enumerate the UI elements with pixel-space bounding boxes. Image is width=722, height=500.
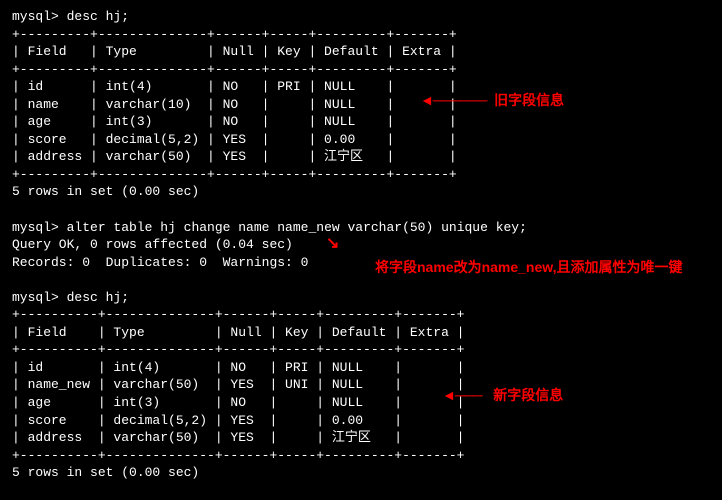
table2-border-top: +----------+--------------+------+-----+… xyxy=(12,307,464,322)
annotation-old-label: 旧字段信息 xyxy=(494,92,564,108)
table2-row: | age | int(3) | NO | | NULL | | xyxy=(12,395,464,410)
table2-row: | id | int(4) | NO | PRI | NULL | | xyxy=(12,360,464,375)
table1-row: | score | decimal(5,2) | YES | | 0.00 | … xyxy=(12,132,457,147)
annotation-new-label: 新字段信息 xyxy=(493,387,563,403)
arrow-left-icon: ◄─── xyxy=(442,387,482,403)
command-desc-1: desc hj; xyxy=(67,9,129,24)
terminal-output: mysql> desc hj; +---------+-------------… xyxy=(12,8,710,482)
table2-row: | name_new | varchar(50) | YES | UNI | N… xyxy=(12,377,464,392)
table2-border-bot: +----------+--------------+------+-----+… xyxy=(12,448,464,463)
command-alter: alter table hj change name name_new varc… xyxy=(67,220,527,235)
arrow-diag-icon: ↘ xyxy=(326,233,339,255)
table1-row: | address | varchar(50) | YES | | 江宁区 | … xyxy=(12,149,457,164)
arrow-left-icon: ◄────── xyxy=(420,92,486,108)
table1-row: | id | int(4) | NO | PRI | NULL | | xyxy=(12,79,457,94)
table2-header: | Field | Type | Null | Key | Default | … xyxy=(12,325,464,340)
result-2: 5 rows in set (0.00 sec) xyxy=(12,465,199,480)
table2-border-mid: +----------+--------------+------+-----+… xyxy=(12,342,464,357)
table2-row: | address | varchar(50) | YES | | 江宁区 | … xyxy=(12,430,464,445)
annotation-new-field: ◄─── 新字段信息 xyxy=(442,386,563,405)
alter-output-2: Records: 0 Duplicates: 0 Warnings: 0 xyxy=(12,255,308,270)
table1-header: | Field | Type | Null | Key | Default | … xyxy=(12,44,457,59)
annotation-old-field: ◄────── 旧字段信息 xyxy=(420,91,564,110)
table1-row: | age | int(3) | NO | | NULL | | xyxy=(12,114,457,129)
table1-border-mid: +---------+--------------+------+-----+-… xyxy=(12,62,457,77)
table2-row: | score | decimal(5,2) | YES | | 0.00 | … xyxy=(12,413,464,428)
command-desc-2: desc hj; xyxy=(67,290,129,305)
prompt: mysql> xyxy=(12,9,59,24)
result-1: 5 rows in set (0.00 sec) xyxy=(12,184,199,199)
table1-border-top: +---------+--------------+------+-----+-… xyxy=(12,27,457,42)
table1-row: | name | varchar(10) | NO | | NULL | | xyxy=(12,97,457,112)
table1-border-bot: +---------+--------------+------+-----+-… xyxy=(12,167,457,182)
alter-output-1: Query OK, 0 rows affected (0.04 sec) xyxy=(12,237,293,252)
annotation-change-label: 将字段name改为name_new,且添加属性为唯一键 xyxy=(375,258,683,277)
prompt: mysql> xyxy=(12,220,59,235)
prompt: mysql> xyxy=(12,290,59,305)
